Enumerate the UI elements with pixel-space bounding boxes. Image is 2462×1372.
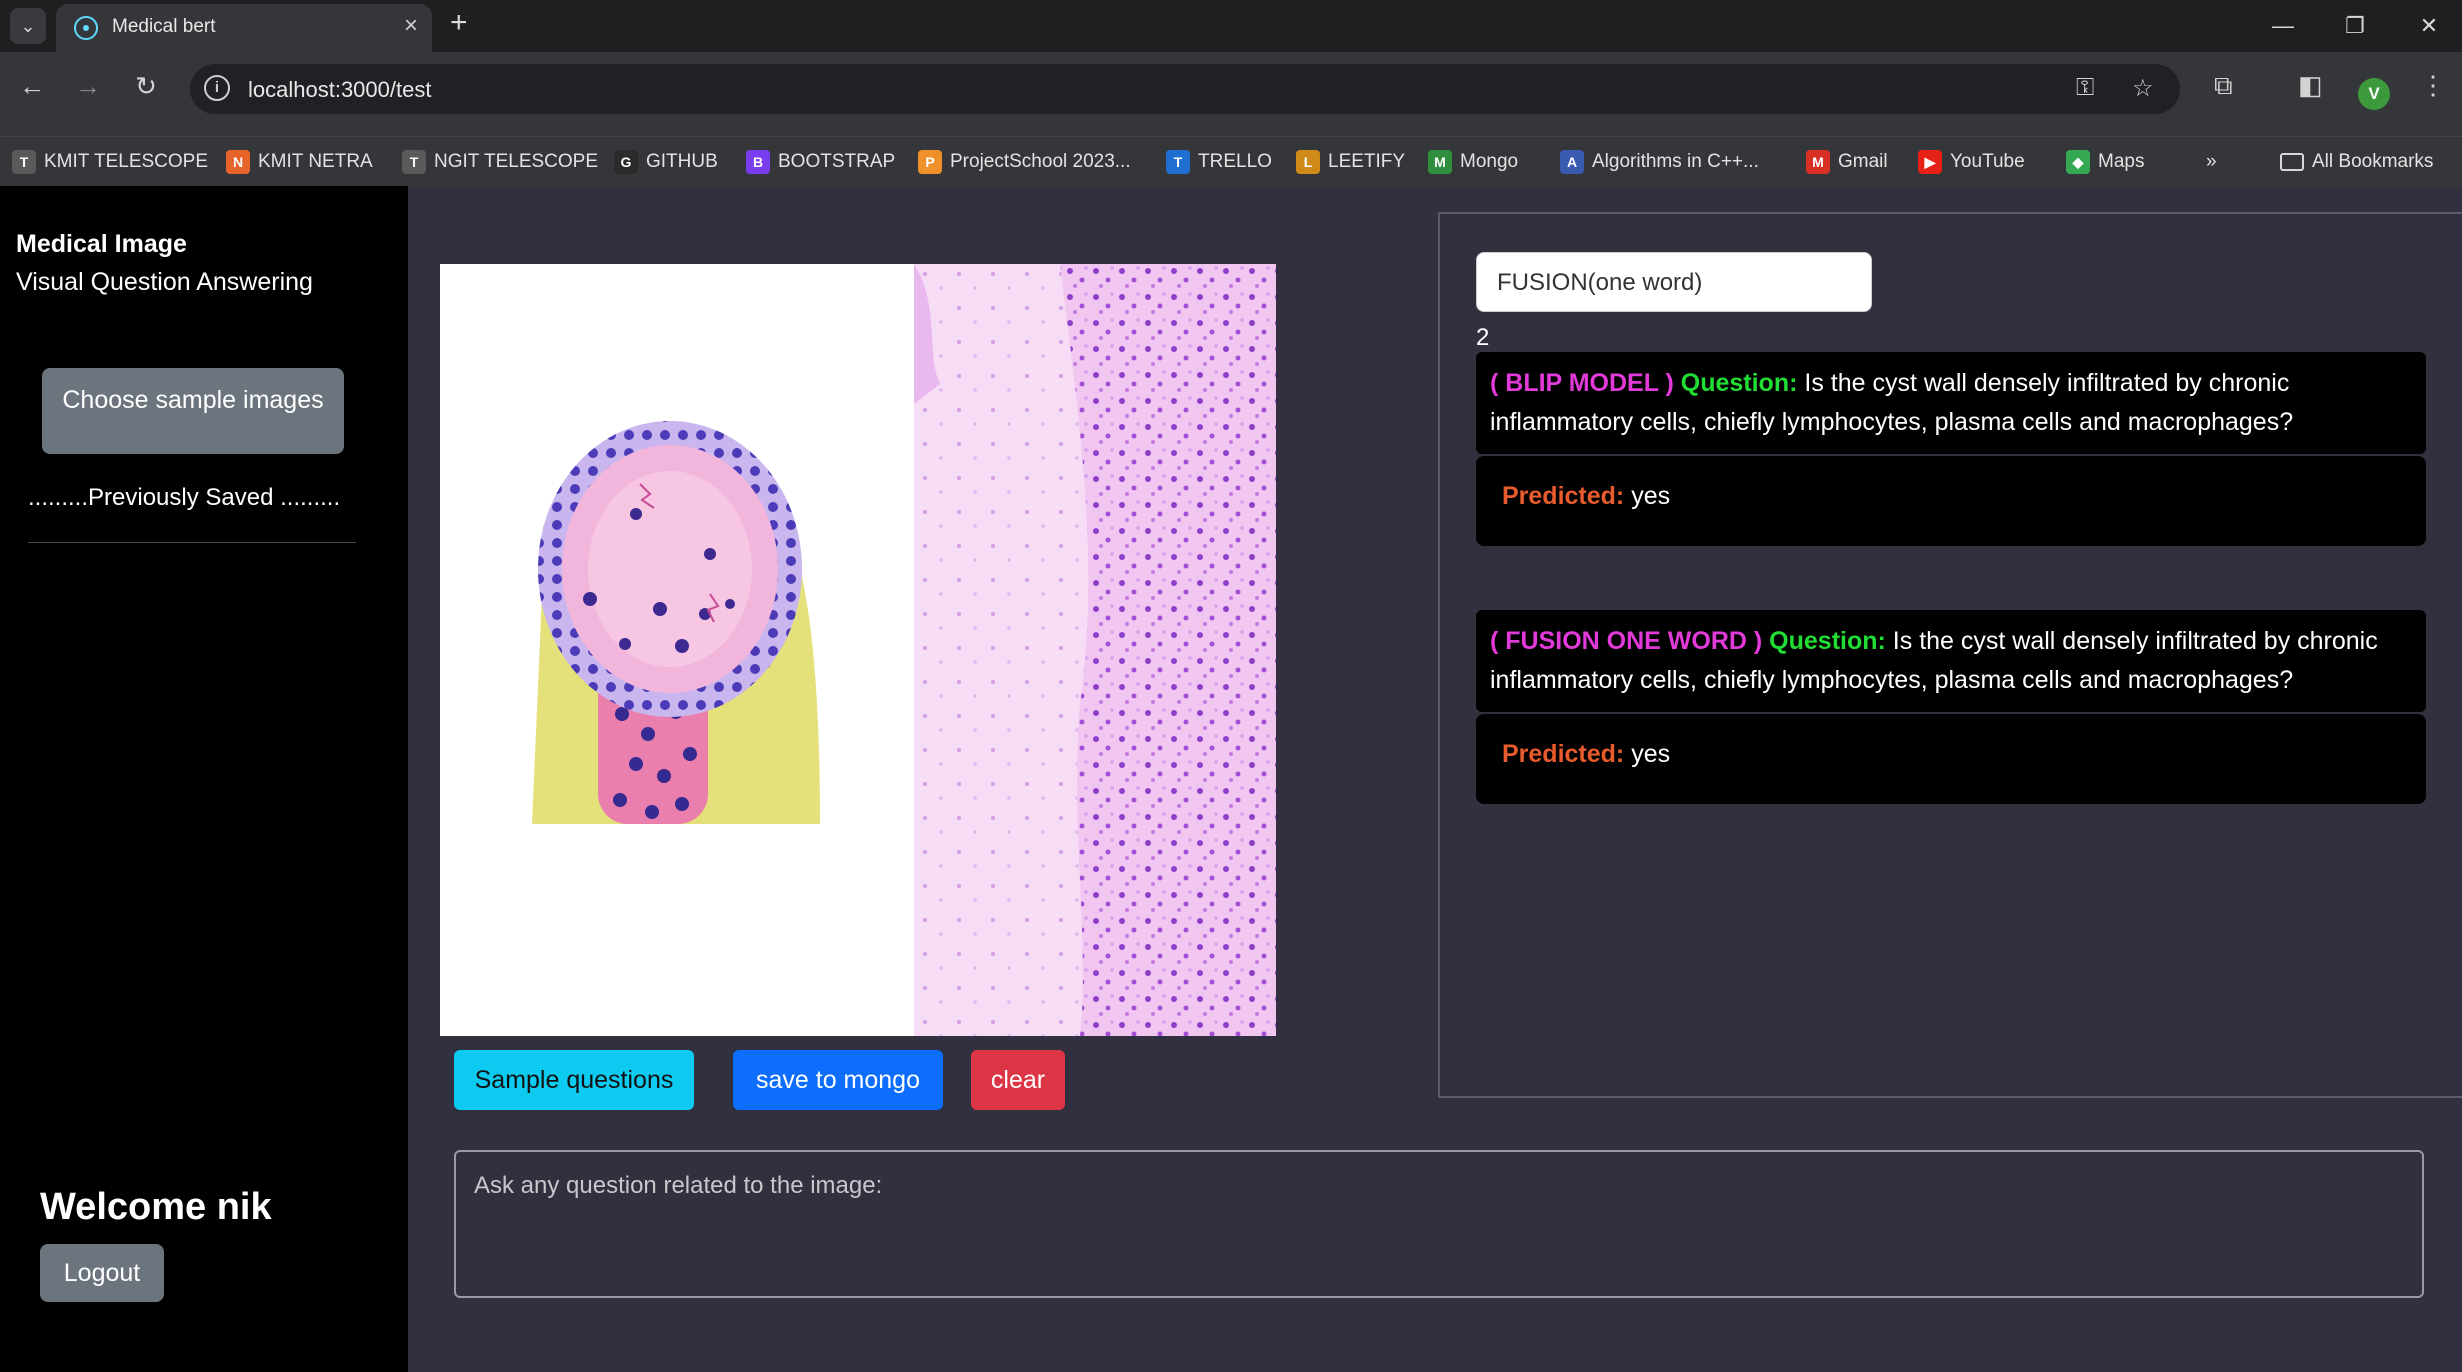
bookmark-star-icon[interactable]: ☆: [2132, 74, 2154, 103]
medical-image: [440, 264, 1276, 1036]
app-subtitle: Visual Question Answering: [16, 268, 313, 296]
mongo-leaf-icon: M: [1428, 150, 1452, 174]
more-bookmarks-chevron-icon[interactable]: »: [2206, 149, 2217, 175]
bookmark-label: Maps: [2098, 151, 2145, 172]
results-panel: FUSION(one word) 2 ( BLIP MODEL ) Questi…: [1438, 212, 2462, 1098]
model-tag: ( FUSION ONE WORD ): [1490, 627, 1763, 655]
answer-card: Predicted: yes: [1476, 714, 2426, 804]
all-bookmarks-folder[interactable]: All Bookmarks: [2280, 149, 2433, 175]
model-tag: ( BLIP MODEL ): [1490, 369, 1674, 397]
bookmarks-bar: T KMIT TELESCOPE N KMIT NETRA T NGIT TELESCOP…: [0, 136, 2462, 186]
previously-saved-heading: .........Previously Saved .........: [28, 484, 341, 511]
reload-icon[interactable]: ↻: [126, 66, 166, 106]
maps-icon: ◆: [2066, 150, 2090, 174]
bookmark-item[interactable]: ▶ YouTube: [1918, 149, 2025, 175]
gfg-icon: A: [1560, 150, 1584, 174]
result-count: 2: [1476, 324, 1490, 351]
welcome-message: Welcome nik: [40, 1186, 272, 1228]
side-panel-icon[interactable]: ◧: [2298, 70, 2323, 101]
bookmark-item[interactable]: P ProjectSchool 2023...: [918, 149, 1131, 175]
browser-menu-kebab-icon[interactable]: ⋮: [2420, 70, 2446, 101]
predicted-answer: yes: [1631, 482, 1671, 510]
profile-avatar[interactable]: V: [2358, 78, 2390, 110]
bookmark-item[interactable]: T KMIT TELESCOPE: [12, 149, 208, 175]
app-title: Medical Image: [16, 230, 187, 258]
question-label: Question:: [1680, 369, 1798, 397]
bookmark-item[interactable]: M Mongo: [1428, 149, 1518, 175]
restore-window-icon[interactable]: ❐: [2330, 6, 2380, 46]
bookmark-item[interactable]: A Algorithms in C++...: [1560, 149, 1759, 175]
tab-search-chevron-icon[interactable]: ⌄: [10, 8, 46, 44]
bookmark-item[interactable]: L LEETIFY: [1296, 149, 1405, 175]
browser-tab-active[interactable]: Medical bert ×: [56, 4, 432, 52]
predicted-label: Predicted:: [1502, 740, 1625, 768]
telescope-icon: T: [402, 150, 426, 174]
trello-icon: T: [1166, 150, 1190, 174]
bookmark-label: KMIT TELESCOPE: [44, 151, 209, 172]
minimize-window-icon[interactable]: —: [2258, 6, 2308, 46]
bookmark-label: ProjectSchool 2023...: [950, 151, 1131, 172]
logout-button[interactable]: Logout: [40, 1244, 164, 1302]
bootstrap-icon: B: [746, 150, 770, 174]
back-arrow-icon[interactable]: ←: [12, 66, 52, 106]
bookmark-item[interactable]: B BOOTSTRAP: [746, 149, 895, 175]
youtube-icon: ▶: [1918, 150, 1942, 174]
question-input[interactable]: [454, 1150, 2424, 1298]
site-info-icon[interactable]: i: [204, 75, 230, 101]
react-favicon-icon: [74, 16, 98, 40]
address-bar[interactable]: i localhost:3000/test ⚿ ☆: [190, 64, 2180, 114]
folder-icon: [2280, 153, 2304, 171]
gmail-icon: M: [1806, 150, 1830, 174]
save-to-mongo-button[interactable]: save to mongo: [733, 1050, 943, 1110]
model-select[interactable]: FUSION(one word): [1476, 252, 1872, 312]
bookmark-label: BOOTSTRAP: [778, 151, 896, 172]
bookmark-label: TRELLO: [1198, 151, 1272, 172]
password-key-icon[interactable]: ⚿: [2076, 74, 2094, 102]
bookmark-label: Algorithms in C++...: [1592, 151, 1759, 172]
bookmark-item[interactable]: G GITHUB: [614, 149, 718, 175]
all-bookmarks-label: All Bookmarks: [2312, 151, 2434, 172]
bookmark-item[interactable]: N KMIT NETRA: [226, 149, 373, 175]
github-icon: G: [614, 150, 638, 174]
bookmark-label: KMIT NETRA: [258, 151, 373, 172]
clear-button[interactable]: clear: [971, 1050, 1065, 1110]
browser-tab-bar: ⌄ Medical bert × + — ❐ ✕: [0, 0, 2462, 52]
extensions-puzzle-icon[interactable]: ⧉: [2214, 70, 2233, 102]
browser-toolbar: ← → ↻ i localhost:3000/test ⚿ ☆ ⧉ ◧ V ⋮: [0, 52, 2462, 136]
question-label: Question:: [1769, 627, 1886, 655]
leetify-icon: L: [1296, 150, 1320, 174]
bookmark-item[interactable]: M Gmail: [1806, 149, 1888, 175]
projectschool-icon: P: [918, 150, 942, 174]
close-window-icon[interactable]: ✕: [2404, 6, 2454, 46]
histology-image-illustration: [532, 264, 1276, 1036]
forward-arrow-icon[interactable]: →: [68, 66, 108, 106]
sample-questions-button[interactable]: Sample questions: [454, 1050, 694, 1110]
choose-sample-images-button[interactable]: Choose sample images: [42, 368, 344, 454]
question-card: ( BLIP MODEL ) Question: Is the cyst wal…: [1476, 352, 2426, 454]
bookmark-item[interactable]: T NGIT TELESCOPE: [402, 149, 598, 175]
app-sidebar: Medical Image Visual Question Answering …: [0, 186, 408, 1372]
bookmark-label: NGIT TELESCOPE: [434, 151, 599, 172]
tab-title: Medical bert: [112, 16, 216, 37]
bookmark-label: YouTube: [1950, 151, 2025, 172]
url-text[interactable]: localhost:3000/test: [248, 77, 431, 103]
answer-card: Predicted: yes: [1476, 456, 2426, 546]
bookmark-label: LEETIFY: [1328, 151, 1406, 172]
bookmark-item[interactable]: ◆ Maps: [2066, 149, 2144, 175]
bookmark-label: GITHUB: [646, 151, 718, 172]
previously-saved-divider: [28, 542, 356, 543]
predicted-answer: yes: [1631, 740, 1671, 768]
predicted-label: Predicted:: [1502, 482, 1625, 510]
netra-icon: N: [226, 150, 250, 174]
bookmark-label: Mongo: [1460, 151, 1519, 172]
new-tab-plus-icon[interactable]: +: [450, 6, 468, 40]
bookmark-item[interactable]: T TRELLO: [1166, 149, 1272, 175]
question-card: ( FUSION ONE WORD ) Question: Is the cys…: [1476, 610, 2426, 712]
tab-close-icon[interactable]: ×: [404, 12, 418, 40]
telescope-icon: T: [12, 150, 36, 174]
bookmark-label: Gmail: [1838, 151, 1888, 172]
main-content: Sample questions save to mongo clear FUS…: [408, 186, 2462, 1372]
